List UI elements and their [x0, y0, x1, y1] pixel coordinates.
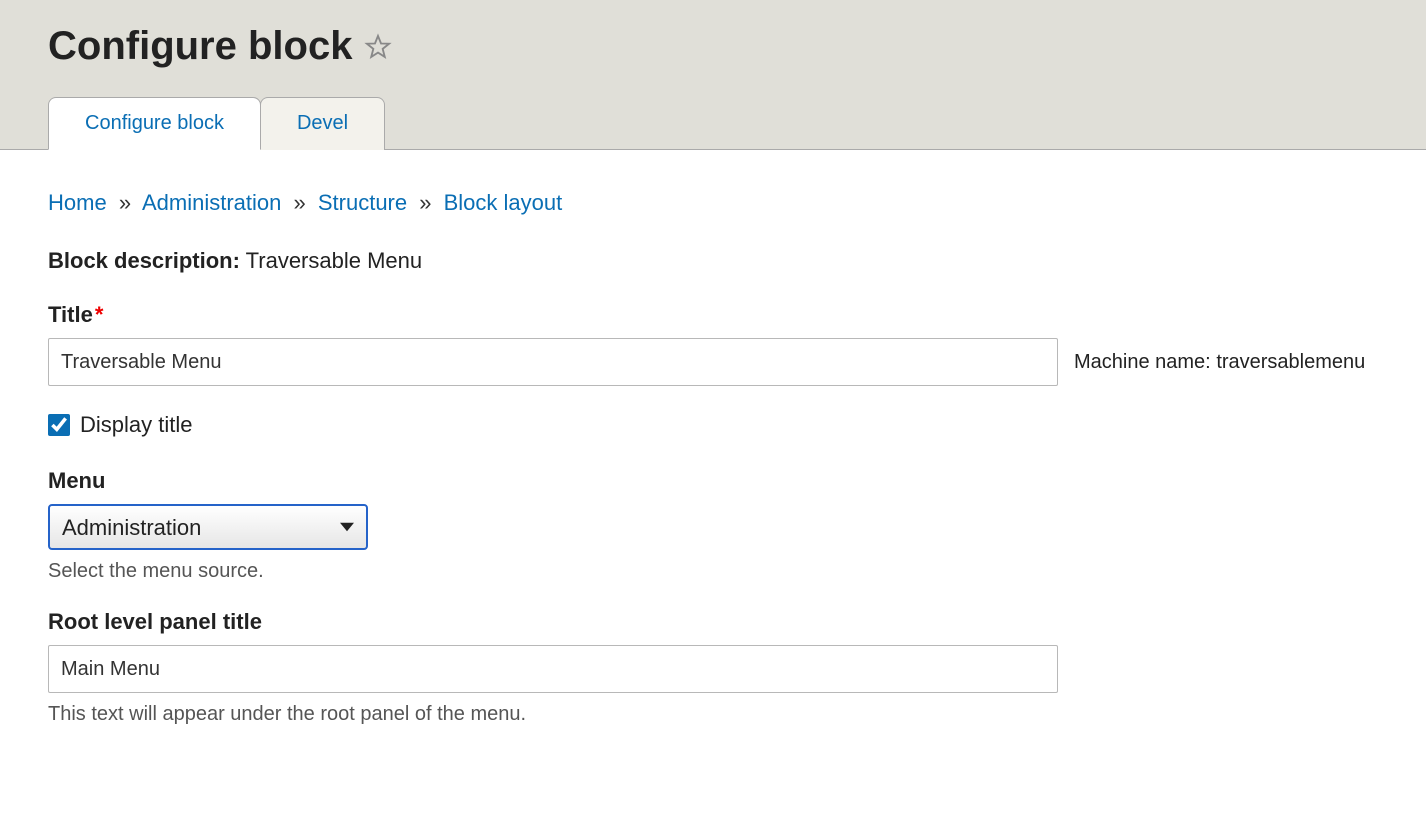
title-field-row: Title* Machine name: traversablemenu — [48, 302, 1402, 386]
tab-devel[interactable]: Devel — [260, 97, 385, 150]
machine-name-label: Machine name: — [1074, 351, 1211, 373]
menu-select[interactable]: Administration — [48, 504, 368, 550]
breadcrumb-home[interactable]: Home — [48, 190, 107, 215]
title-label-text: Title — [48, 302, 93, 327]
page-title-text: Configure block — [48, 24, 352, 69]
breadcrumb: Home » Administration » Structure » Bloc… — [48, 190, 1402, 216]
root-panel-title-input[interactable] — [48, 645, 1058, 693]
block-description-label: Block description: — [48, 248, 240, 273]
machine-name-value: traversablemenu — [1216, 351, 1365, 373]
breadcrumb-separator: » — [293, 190, 305, 215]
tab-configure-block[interactable]: Configure block — [48, 97, 261, 150]
root-panel-title-row: Root level panel title This text will ap… — [48, 609, 1402, 726]
root-panel-title-help: This text will appear under the root pan… — [48, 703, 1402, 726]
breadcrumb-structure[interactable]: Structure — [318, 190, 407, 215]
menu-field-row: Menu Administration Select the menu sour… — [48, 468, 1402, 583]
display-title-checkbox[interactable] — [48, 414, 70, 436]
page-title: Configure block — [48, 24, 1402, 69]
display-title-row: Display title — [48, 412, 1402, 438]
content-region: Home » Administration » Structure » Bloc… — [0, 150, 1426, 792]
root-panel-title-label: Root level panel title — [48, 609, 1402, 635]
menu-label: Menu — [48, 468, 1402, 494]
star-icon[interactable] — [364, 33, 392, 61]
breadcrumb-separator: » — [419, 190, 431, 215]
block-description-line: Block description: Traversable Menu — [48, 248, 1402, 274]
title-label: Title* — [48, 302, 1402, 328]
tab-label: Configure block — [85, 112, 224, 134]
block-description-value: Traversable Menu — [246, 248, 422, 273]
required-mark: * — [95, 302, 104, 327]
header-region: Configure block Configure block Devel — [0, 0, 1426, 150]
menu-help-text: Select the menu source. — [48, 560, 1402, 583]
machine-name-hint: Machine name: traversablemenu — [1074, 351, 1365, 374]
title-input[interactable] — [48, 338, 1058, 386]
breadcrumb-administration[interactable]: Administration — [142, 190, 281, 215]
tab-label: Devel — [297, 112, 348, 134]
breadcrumb-block-layout[interactable]: Block layout — [444, 190, 563, 215]
tabs: Configure block Devel — [48, 97, 1402, 150]
display-title-label[interactable]: Display title — [80, 412, 192, 438]
breadcrumb-separator: » — [119, 190, 131, 215]
